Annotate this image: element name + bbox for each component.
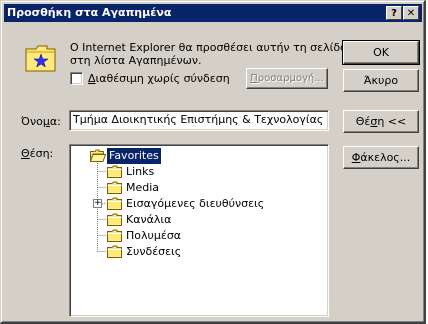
customize-access-key: Π [250, 73, 258, 84]
open-folder-icon [90, 149, 106, 162]
expand-icon[interactable]: + [93, 199, 102, 208]
window-title: Προσθήκη στα Αγαπημένα [7, 6, 172, 19]
title-bar[interactable]: Προσθήκη στα Αγαπημένα ? ✕ [4, 4, 422, 22]
folder-icon [107, 213, 122, 226]
info-message-line2: στη λίστα Αγαπημένων. [70, 54, 202, 67]
ok-label: OK [373, 46, 389, 59]
star-folder-icon [25, 45, 56, 72]
offline-label-rest: ιαθέσιμη χωρίς σύνδεση [95, 72, 230, 85]
folder-icon [107, 229, 122, 242]
offline-checkbox[interactable] [70, 72, 83, 85]
create-in-label: η << [377, 115, 407, 128]
add-favorites-dialog: Προσθήκη στα Αγαπημένα ? ✕ Ο Internet Ex… [0, 0, 426, 324]
customize-label: ροσαρμογή... [257, 73, 324, 84]
name-label: Όνομα: [21, 115, 61, 128]
ok-button[interactable]: OK [342, 40, 420, 65]
offline-access-key: Δ [88, 72, 96, 85]
tree-item-multimedia-label: Πολυμέσα [126, 229, 182, 242]
help-icon: ? [391, 8, 397, 19]
folder-tree[interactable]: Favorites Links Media + Εισαγόμενες διευ… [69, 144, 329, 317]
folder-icon [107, 197, 122, 210]
close-icon: ✕ [406, 8, 416, 19]
close-button[interactable]: ✕ [403, 6, 419, 20]
tree-item-favorites-label: Favorites [106, 147, 162, 165]
cancel-label: Άκυρο [363, 74, 399, 87]
offline-checkbox-label[interactable]: Διαθέσιμη χωρίς σύνδεση [88, 72, 230, 85]
tree-item-links-label: Links [126, 165, 155, 178]
new-folder-label: άκελος... [360, 151, 411, 164]
folder-icon [107, 165, 122, 178]
folder-icon [107, 181, 122, 194]
create-in-button[interactable]: Θέση << [343, 110, 419, 133]
new-folder-button[interactable]: Φάκελος... [343, 146, 419, 169]
cancel-button[interactable]: Άκυρο [343, 69, 419, 92]
tree-item-connections-label: Συνδέσεις [126, 245, 182, 258]
tree-item-imported-addresses-label: Εισαγόμενες διευθύνσεις [126, 197, 265, 210]
customize-button[interactable]: Προσαρμογή... [246, 68, 328, 89]
info-message-line1: Ο Internet Explorer θα προσθέσει αυτήν τ… [70, 41, 348, 54]
tree-item-media-label: Media [126, 181, 160, 194]
help-button[interactable]: ? [386, 6, 402, 20]
tree-item-channels-label: Κανάλια [126, 213, 172, 226]
name-input[interactable]: Τμήμα Διοικητικής Επιστήμης & Τεχνολογία… [69, 110, 329, 131]
folder-icon [107, 245, 122, 258]
location-label: Θέση: [21, 147, 54, 160]
